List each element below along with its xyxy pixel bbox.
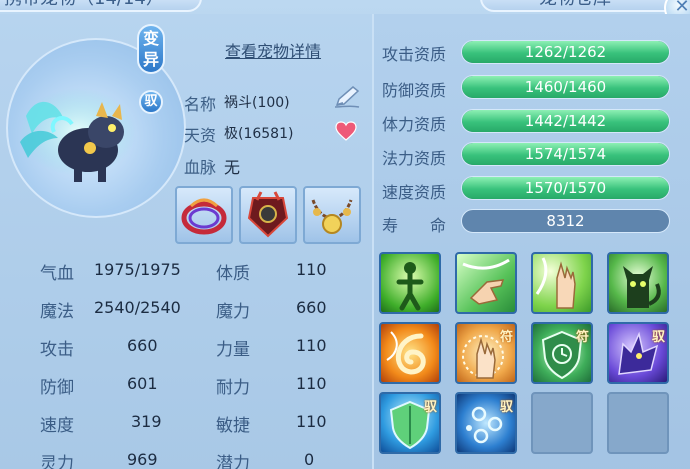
stat-agility-value: 110 — [296, 412, 327, 431]
apt-defense-value: 1460/1460 — [524, 78, 607, 96]
skill-slot-4[interactable] — [607, 252, 669, 314]
stat-spirit-label: 灵力 — [40, 454, 74, 469]
stat-magic-label: 魔力 — [216, 302, 250, 322]
stat-spirit-value: 969 — [127, 450, 158, 469]
skill-slot-7[interactable]: 符 — [531, 322, 593, 384]
skill-slot-6[interactable]: 符 — [455, 322, 517, 384]
equip-slot-2[interactable] — [239, 186, 297, 244]
skill-hand-gesture-icon — [462, 258, 510, 305]
equip-armor-icon — [247, 191, 289, 238]
stat-potential-value: 0 — [304, 450, 315, 469]
life-label: 寿 命 — [382, 216, 447, 235]
stat-mp-label: 魔法 — [40, 302, 74, 322]
stat-attack-label: 攻击 — [40, 340, 74, 360]
skill-slot-5[interactable] — [379, 322, 441, 384]
stat-speed-value: 319 — [131, 412, 162, 431]
stat-endurance-label: 耐力 — [216, 378, 250, 398]
apt-mana-value: 1574/1574 — [524, 145, 607, 163]
equip-slot-1[interactable] — [175, 186, 233, 244]
stat-defense-value: 601 — [127, 374, 158, 393]
carried-pets-tab[interactable]: 携带宠物（14/14） — [0, 0, 202, 12]
skill-tame-tag: 驭 — [423, 400, 437, 415]
stat-hp-label: 气血 — [40, 264, 74, 284]
skill-tame-tag: 驭 — [651, 330, 665, 345]
skill-slot-8[interactable]: 驭 — [607, 322, 669, 384]
skill-slot-2[interactable] — [455, 252, 517, 314]
view-pet-details-link[interactable]: 查看宠物详情 — [225, 38, 321, 62]
stat-strength-value: 110 — [296, 336, 327, 355]
apt-speed-value: 1570/1570 — [524, 179, 607, 197]
name-value: 祸斗(100) — [224, 95, 290, 111]
apt-attack-label: 攻击资质 — [382, 45, 447, 64]
stat-speed-label: 速度 — [40, 416, 74, 436]
equip-necklace-icon — [181, 198, 227, 235]
bloodline-value: 无 — [224, 158, 241, 177]
talent-label: 天资 — [184, 126, 217, 145]
stat-attack-value: 660 — [127, 336, 158, 355]
apt-defense-bar: 1460/1460 — [461, 75, 670, 99]
skill-tame-tag: 驭 — [499, 400, 513, 415]
skill-body-glow-icon — [396, 262, 424, 311]
skill-talisman-tag: 符 — [575, 330, 589, 345]
talent-value: 极(16581) — [224, 126, 294, 142]
name-label: 名称 — [184, 95, 217, 114]
skill-raised-palm-icon — [535, 257, 576, 309]
apt-stamina-bar: 1442/1442 — [461, 109, 670, 133]
skill-slot-9[interactable]: 驭 — [379, 392, 441, 454]
skill-shadow-cat-icon — [623, 266, 661, 308]
skill-fire-swirl-icon — [386, 331, 426, 375]
stat-magic-value: 660 — [296, 298, 327, 317]
apt-mana-label: 法力资质 — [382, 149, 447, 168]
favorite-heart-icon[interactable] — [335, 121, 357, 141]
stat-constitution-label: 体质 — [216, 264, 250, 284]
apt-mana-bar: 1574/1574 — [461, 142, 670, 166]
pet-window: 携带宠物（14/14） 宠物仓库 ✕ 变异 驭 查看宠物详情 名称 祸斗(100… — [0, 0, 690, 469]
stat-defense-label: 防御 — [40, 378, 74, 398]
apt-attack-value: 1262/1262 — [524, 43, 607, 61]
stat-mp-value: 2540/2540 — [94, 298, 181, 317]
apt-stamina-value: 1442/1442 — [524, 112, 607, 130]
bloodline-label: 血脉 — [184, 158, 217, 177]
pet-warehouse-tab[interactable]: 宠物仓库 — [480, 0, 670, 12]
stat-strength-label: 力量 — [216, 340, 250, 360]
apt-defense-label: 防御资质 — [382, 81, 447, 100]
apt-speed-bar: 1570/1570 — [461, 176, 670, 200]
tame-badge: 驭 — [139, 90, 163, 114]
skill-slot-3[interactable] — [531, 252, 593, 314]
pet-model-image — [20, 88, 136, 182]
apt-attack-bar: 1262/1262 — [461, 40, 670, 64]
skill-talisman-tag: 符 — [499, 330, 513, 345]
skill-slot-10[interactable]: 驭 — [455, 392, 517, 454]
stat-constitution-value: 110 — [296, 260, 327, 279]
skill-slot-empty-2[interactable] — [607, 392, 669, 454]
apt-speed-label: 速度资质 — [382, 183, 447, 202]
stat-endurance-value: 110 — [296, 374, 327, 393]
mutation-badge: 变异 — [137, 24, 165, 74]
stat-agility-label: 敏捷 — [216, 416, 250, 436]
skill-slot-empty-1[interactable] — [531, 392, 593, 454]
equip-pendant-icon — [311, 199, 353, 234]
rename-pen-icon[interactable] — [333, 85, 361, 109]
stat-potential-label: 潜力 — [216, 454, 250, 469]
life-value: 8312 — [461, 209, 670, 233]
stat-hp-value: 1975/1975 — [94, 260, 181, 279]
apt-stamina-label: 体力资质 — [382, 115, 447, 134]
skill-slot-1[interactable] — [379, 252, 441, 314]
equip-slot-3[interactable] — [303, 186, 361, 244]
